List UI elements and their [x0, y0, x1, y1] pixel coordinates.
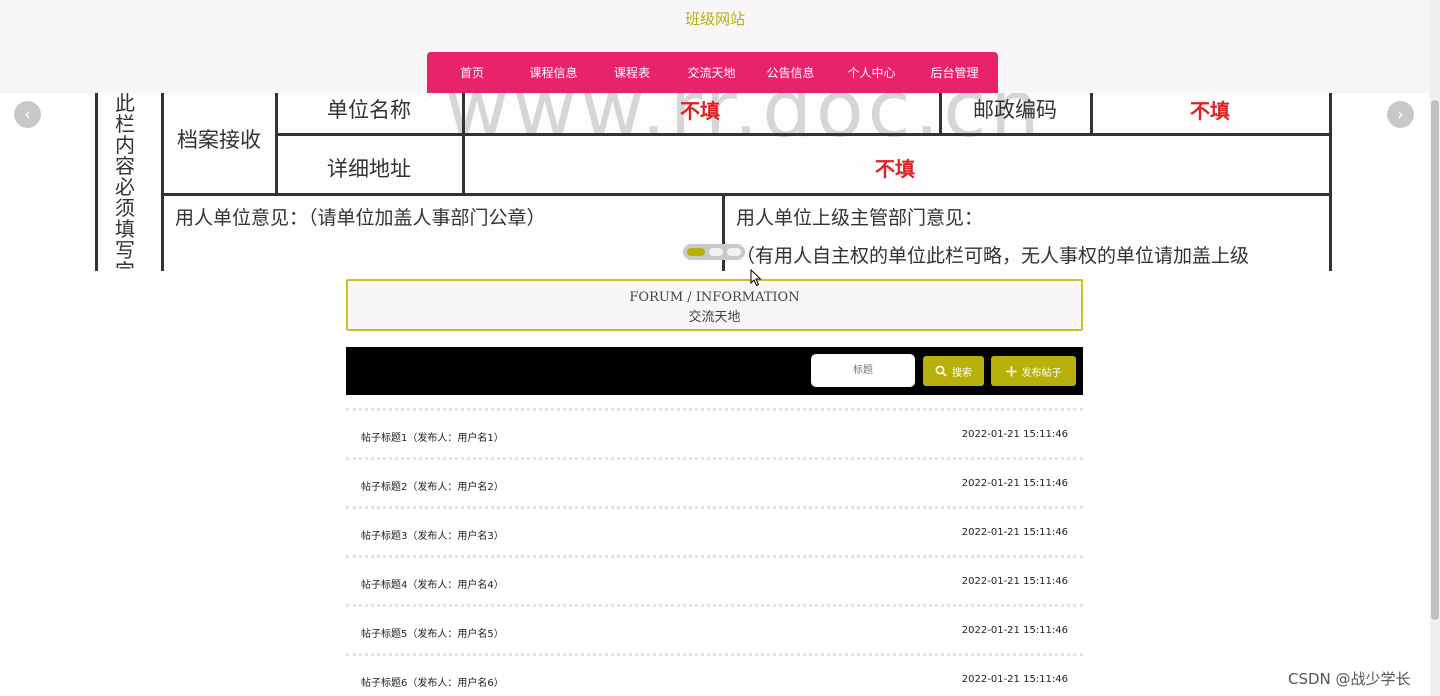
post-title[interactable]: 帖子标题2（发布人：用户名2） — [361, 478, 504, 493]
main-nav: 首页 课程信息 课程表 交流天地 公告信息 个人中心 后台管理 — [427, 52, 998, 93]
post-button[interactable]: 发布帖子 — [991, 356, 1076, 386]
post-title[interactable]: 帖子标题3（发布人：用户名3） — [361, 527, 504, 542]
post-title[interactable]: 帖子标题1（发布人：用户名1） — [361, 429, 504, 444]
header: 班级网站 首页 课程信息 课程表 交流天地 公告信息 个人中心 后台管理 — [0, 0, 1440, 93]
nav-item-profile[interactable]: 个人中心 — [832, 52, 911, 93]
search-bar: 搜索 发布帖子 — [346, 347, 1083, 395]
slide-watermark: www.rr.doc.cn — [445, 93, 1044, 155]
slide-postal-code-label: 邮政编码 — [973, 98, 1057, 122]
post-time: 2022-01-21 15:11:46 — [961, 478, 1068, 489]
page-scrollbar[interactable] — [1430, 0, 1440, 696]
slide-address-label: 详细地址 — [327, 157, 411, 181]
csdn-watermark: CSDN @战少学长 — [1288, 670, 1411, 688]
list-item[interactable]: 帖子标题6（发布人：用户名6） 2022-01-21 15:11:46 — [346, 653, 1083, 696]
mouse-cursor-icon — [750, 269, 762, 287]
site-title[interactable]: 班级网站 — [0, 8, 1430, 29]
nav-item-forum[interactable]: 交流天地 — [674, 52, 749, 93]
post-time: 2022-01-21 15:11:46 — [961, 674, 1068, 685]
slide-unit-name-label: 单位名称 — [327, 98, 411, 122]
list-item[interactable]: 帖子标题4（发布人：用户名4） 2022-01-21 15:11:46 — [346, 555, 1083, 604]
search-button-label: 搜索 — [952, 367, 972, 379]
post-title[interactable]: 帖子标题6（发布人：用户名6） — [361, 674, 504, 689]
section-title-cn: 交流天地 — [688, 310, 741, 325]
post-button-label: 发布帖子 — [1021, 367, 1062, 379]
nav-item-courses[interactable]: 课程信息 — [517, 52, 590, 93]
post-time: 2022-01-21 15:11:46 — [961, 429, 1068, 440]
post-time: 2022-01-21 15:11:46 — [961, 527, 1068, 538]
post-list: 帖子标题1（发布人：用户名1） 2022-01-21 15:11:46 帖子标题… — [346, 408, 1083, 696]
carousel-dot-2[interactable] — [709, 248, 723, 256]
list-item[interactable]: 帖子标题5（发布人：用户名5） 2022-01-21 15:11:46 — [346, 604, 1083, 653]
post-time: 2022-01-21 15:11:46 — [961, 625, 1068, 636]
slide-unit-name-value: 不填 — [680, 99, 720, 123]
nav-item-home[interactable]: 首页 — [427, 52, 517, 93]
search-input[interactable] — [811, 354, 915, 387]
page: 班级网站 首页 课程信息 课程表 交流天地 公告信息 个人中心 后台管理 www… — [0, 0, 1440, 696]
section-title-en: FORUM / INFORMATION — [629, 290, 800, 305]
slide-vertical-label: 此栏内容必须填写完 — [115, 93, 135, 271]
slide-supervisor-note: （有用人自主权的单位此栏可略，无人事权的单位请加盖上级 — [736, 245, 1250, 267]
search-icon — [935, 365, 947, 377]
slide-employer-opinion: 用人单位意见：（请单位加盖人事部门公章） — [175, 207, 546, 229]
post-title[interactable]: 帖子标题4（发布人：用户名4） — [361, 576, 504, 591]
carousel-dot-3[interactable] — [727, 248, 741, 256]
post-title[interactable]: 帖子标题5（发布人：用户名5） — [361, 625, 504, 640]
nav-item-announcements[interactable]: 公告信息 — [749, 52, 832, 93]
carousel-indicators — [683, 244, 745, 260]
slide-address-value: 不填 — [875, 157, 915, 181]
list-item[interactable]: 帖子标题2（发布人：用户名2） 2022-01-21 15:11:46 — [346, 457, 1083, 506]
post-time: 2022-01-21 15:11:46 — [961, 576, 1068, 587]
carousel-next-icon[interactable]: › — [1387, 101, 1414, 128]
nav-item-admin[interactable]: 后台管理 — [911, 52, 998, 93]
slide-archive-label: 档案接收 — [177, 128, 261, 152]
search-button[interactable]: 搜索 — [923, 356, 984, 386]
carousel-dot-1[interactable] — [687, 248, 705, 256]
slide-postal-code-value: 不填 — [1190, 99, 1230, 123]
list-item[interactable]: 帖子标题3（发布人：用户名3） 2022-01-21 15:11:46 — [346, 506, 1083, 555]
plus-icon — [1006, 366, 1016, 376]
nav-item-schedule[interactable]: 课程表 — [590, 52, 674, 93]
list-item[interactable]: 帖子标题1（发布人：用户名1） 2022-01-21 15:11:46 — [346, 408, 1083, 457]
section-title-box: FORUM / INFORMATION 交流天地 — [346, 279, 1083, 331]
slide-supervisor-opinion: 用人单位上级主管部门意见： — [736, 207, 984, 229]
carousel-prev-icon[interactable]: ‹ — [14, 101, 41, 128]
scrollbar-thumb[interactable] — [1431, 100, 1439, 620]
